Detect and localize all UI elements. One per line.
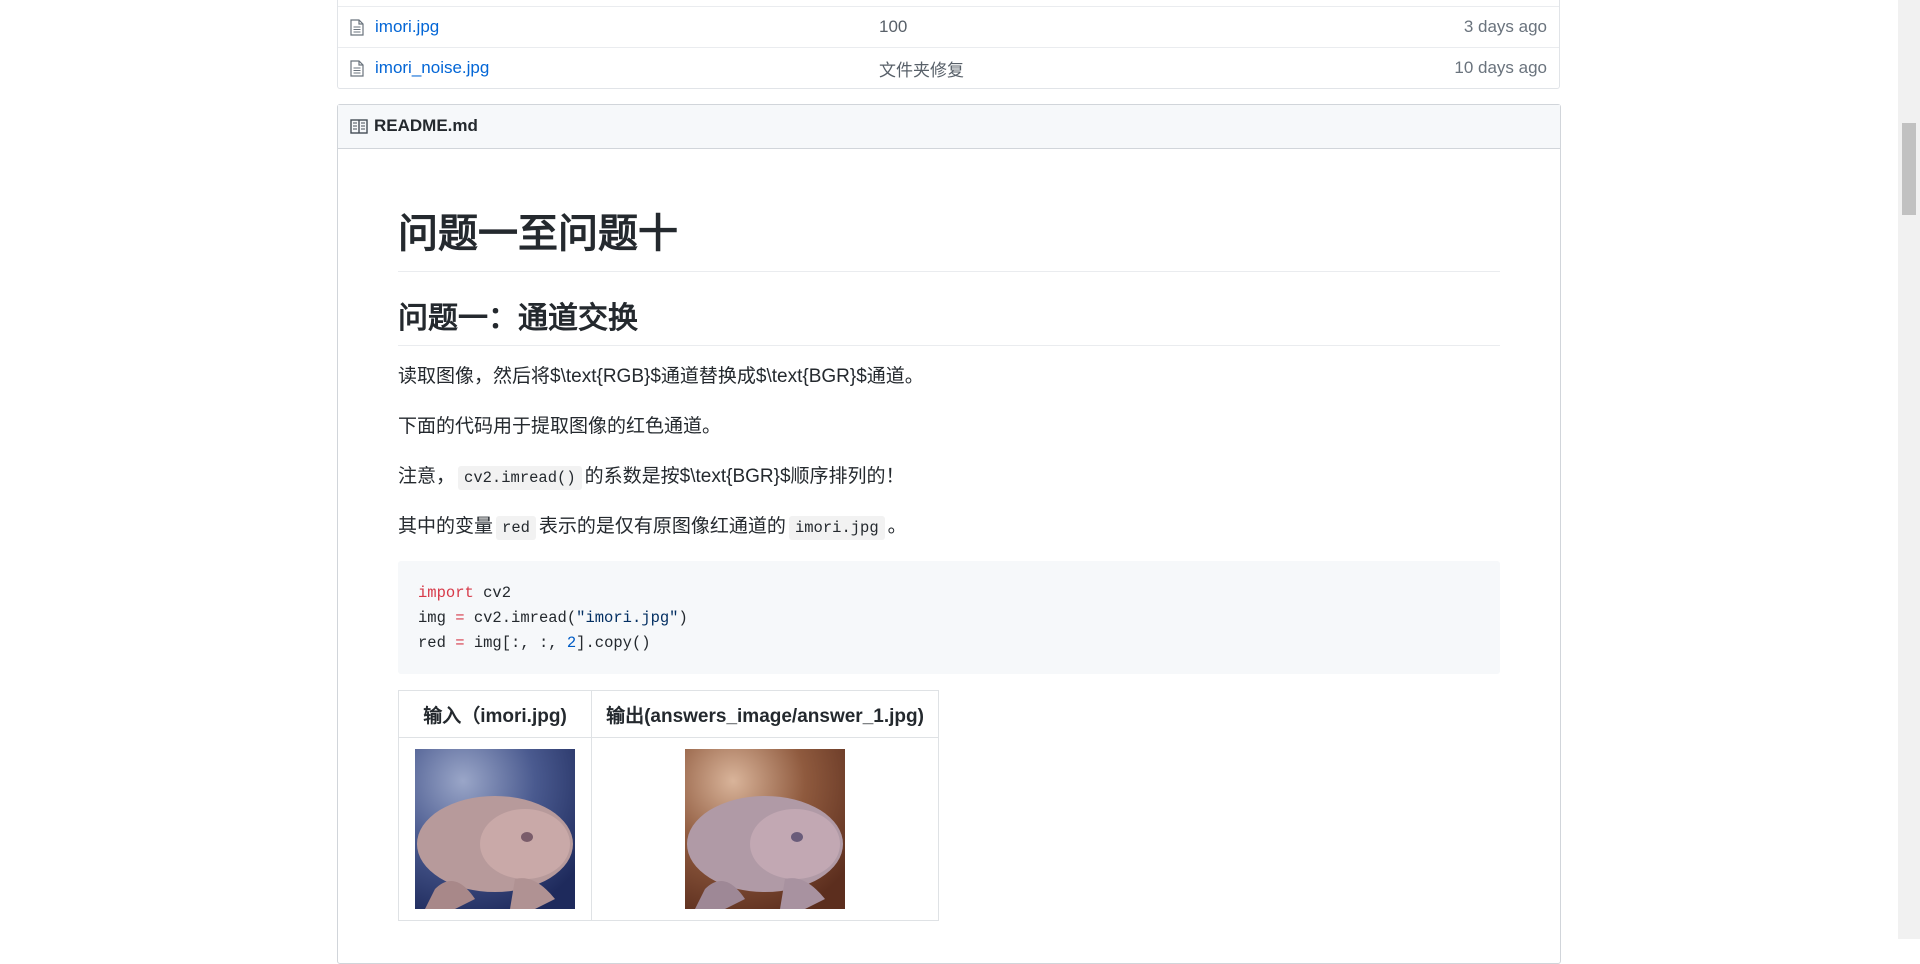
readme-filename[interactable]: README.md bbox=[374, 116, 478, 136]
text: 表示的是仅有原图像红通道的 bbox=[538, 516, 786, 537]
text: 其中的变量 bbox=[398, 516, 494, 537]
code-line: import cv2 bbox=[418, 581, 1480, 606]
code-number: 2 bbox=[566, 634, 577, 652]
inline-code: cv2.imread() bbox=[458, 466, 582, 490]
code-text: img[:, :, bbox=[464, 634, 567, 652]
inline-code: imori.jpg bbox=[788, 516, 885, 540]
file-link[interactable]: imori.jpg bbox=[375, 17, 439, 37]
paragraph: 注意， cv2.imread() 的系数是按$\text{BGR}$顺序排列的！ bbox=[398, 463, 905, 492]
readme-panel: README.md 问题一至问题十 问题一：通道交换 读取图像，然后将$\tex… bbox=[337, 104, 1561, 964]
file-age: 3 days ago bbox=[1463, 17, 1547, 36]
code-text: img bbox=[418, 609, 456, 627]
inline-code: red bbox=[496, 516, 536, 540]
commit-message-link[interactable]: 文件夹修复 bbox=[879, 56, 964, 81]
code-operator: = bbox=[455, 609, 465, 627]
code-keyword: import bbox=[418, 584, 474, 602]
paragraph: 其中的变量 red 表示的是仅有原图像红通道的 imori.jpg。 bbox=[398, 513, 907, 542]
paragraph: 读取图像，然后将$\text{RGB}$通道替换成$\text{BGR}$通道。 bbox=[398, 366, 924, 387]
table-header: 输入（imori.jpg) bbox=[398, 690, 592, 738]
output-image[interactable] bbox=[685, 749, 845, 909]
code-block: import cv2 img = cv2.imread("imori.jpg")… bbox=[398, 561, 1500, 674]
code-operator: = bbox=[455, 634, 465, 652]
text: 的系数是按$\text{BGR}$顺序排列的！ bbox=[584, 466, 905, 487]
input-image[interactable] bbox=[415, 749, 575, 909]
table-cell bbox=[398, 737, 592, 921]
readme-header: README.md bbox=[338, 105, 1560, 149]
code-text: ].copy() bbox=[576, 634, 651, 652]
page-title: 问题一至问题十 bbox=[398, 201, 1500, 272]
file-link[interactable]: imori_noise.jpg bbox=[375, 58, 489, 78]
paragraph: 下面的代码用于提取图像的红色通道。 bbox=[398, 416, 722, 437]
table-row bbox=[398, 737, 939, 921]
file-age: 10 days ago bbox=[1454, 58, 1547, 77]
comparison-table: 输入（imori.jpg) 输出(answers_image/answer_1.… bbox=[398, 690, 939, 921]
file-list: imori.jpg 100 3 days ago imori_noise.jpg… bbox=[337, 0, 1560, 89]
scrollbar-thumb[interactable] bbox=[1902, 123, 1916, 215]
code-text: red bbox=[418, 634, 456, 652]
book-icon bbox=[350, 119, 368, 134]
section-heading: 问题一：通道交换 bbox=[398, 293, 1500, 346]
table-header: 输出(answers_image/answer_1.jpg) bbox=[591, 690, 939, 738]
file-icon bbox=[350, 19, 364, 36]
text: 注意， bbox=[398, 466, 456, 487]
table-header-row: 输入（imori.jpg) 输出(answers_image/answer_1.… bbox=[398, 690, 939, 738]
code-text: cv2.imread( bbox=[464, 609, 577, 627]
code-string: "imori.jpg" bbox=[576, 609, 679, 627]
file-icon bbox=[350, 60, 364, 77]
code-line: img = cv2.imread("imori.jpg") bbox=[418, 606, 1480, 631]
text: 。 bbox=[887, 516, 907, 537]
file-row: imori_noise.jpg 文件夹修复 10 days ago bbox=[338, 47, 1559, 88]
file-row: imori.jpg 100 3 days ago bbox=[338, 6, 1559, 47]
commit-message-link[interactable]: 100 bbox=[879, 17, 907, 37]
page-scrollbar[interactable] bbox=[1898, 0, 1920, 939]
table-cell bbox=[591, 737, 939, 921]
code-text: ) bbox=[678, 609, 688, 627]
code-line: red = img[:, :, 2].copy() bbox=[418, 631, 1480, 656]
code-text: cv2 bbox=[473, 584, 512, 602]
